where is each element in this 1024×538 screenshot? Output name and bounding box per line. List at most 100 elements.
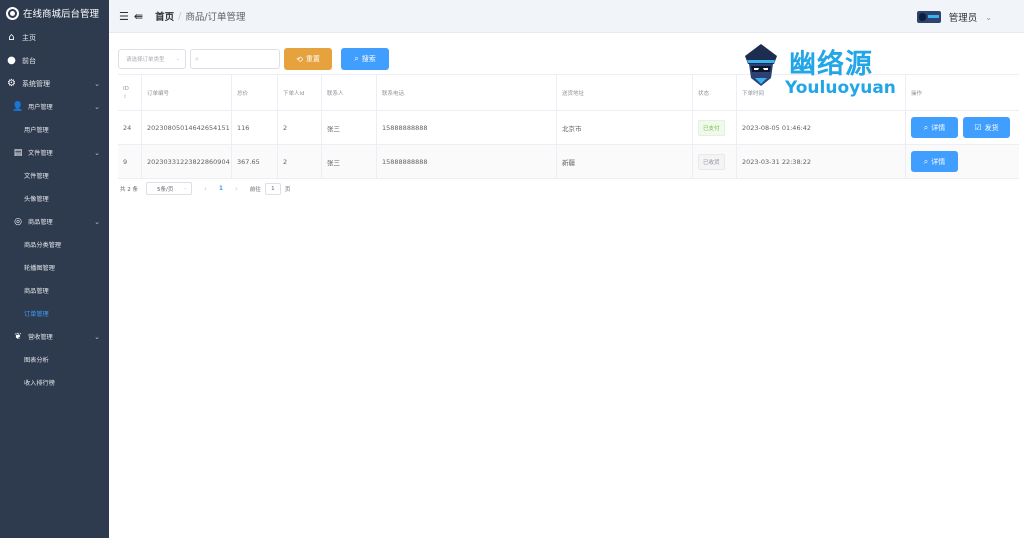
cell-time: 2023-08-05 01:46:42	[737, 111, 906, 144]
detail-button[interactable]: ⌕ 详情	[911, 151, 958, 172]
cell-order-no: 20230805014642654151	[142, 111, 232, 144]
sort-icon[interactable]: ⇕	[123, 94, 127, 100]
cell-status: 已收货	[693, 145, 737, 178]
page-size-select[interactable]: 5条/页 ⌄	[146, 182, 192, 195]
table-row: 9 20230331223822860904 367.65 2 张三 15888…	[118, 145, 1019, 179]
detail-button[interactable]: ⌕ 详情	[911, 117, 958, 138]
column-header-user-id: 下单人id	[278, 75, 322, 110]
cell-user-id: 2	[278, 145, 322, 178]
sidebar-item-goods-mgmt[interactable]: ◎ 商品管理 ⌄	[0, 210, 109, 233]
column-header-status: 状态	[693, 75, 737, 110]
column-header-label: ID	[123, 85, 129, 92]
pagination-total: 共 2 条	[120, 186, 138, 193]
cell-contact: 张三	[322, 111, 377, 144]
goto-page-input[interactable]: 1	[264, 182, 281, 195]
app-root: 在线商城后台管理 ⌂ 主页 ● 前台 ⚙ 系统管理 ⌄ 👤 用户管理 ⌄ 用户管…	[0, 0, 1024, 538]
income-icon: ❦	[14, 331, 22, 342]
sidebar-item-system[interactable]: ⚙ 系统管理 ⌄	[0, 72, 109, 95]
search-button[interactable]: ⌕ 搜索	[341, 48, 389, 70]
column-header-contact: 联系人	[322, 75, 377, 110]
sidebar-item-user-mgmt-sub[interactable]: 用户管理	[0, 118, 109, 141]
search-input[interactable]: ⌕	[190, 49, 280, 69]
column-header-total: 总价	[232, 75, 278, 110]
search-icon: ⌕	[195, 54, 199, 63]
chevron-down-icon: ⌄	[94, 218, 100, 226]
column-header-phone: 联系电话	[377, 75, 557, 110]
column-header-id[interactable]: ID ⇕	[118, 75, 142, 110]
chevron-down-icon: ⌄	[94, 333, 100, 341]
search-icon: ⌕	[923, 156, 929, 166]
breadcrumb-home[interactable]: 首页	[155, 9, 174, 23]
sidebar-item-label: 商品管理	[28, 219, 53, 226]
sidebar-item-avatar-mgmt[interactable]: 头像管理	[0, 187, 109, 210]
sidebar-item-chart-analysis[interactable]: 图表分析	[0, 348, 109, 371]
cell-contact: 张三	[322, 145, 377, 178]
sidebar-item-goods-mgmt-sub[interactable]: 商品管理	[0, 279, 109, 302]
cell-id: 9	[118, 145, 142, 178]
prev-page-icon[interactable]: ‹	[204, 185, 207, 193]
sidebar-item-user-mgmt[interactable]: 👤 用户管理 ⌄	[0, 95, 109, 118]
ship-button[interactable]: ☑ 发货	[963, 117, 1010, 138]
home-icon: ⌂	[8, 32, 15, 43]
chevron-down-icon: ⌄	[985, 12, 992, 22]
sidebar-item-home[interactable]: ⌂ 主页	[0, 26, 109, 49]
user-name: 管理员	[948, 13, 978, 24]
detail-button-label: 详情	[931, 157, 946, 166]
order-type-placeholder: 请选择订单类型	[126, 57, 165, 63]
cell-phone: 15888888888	[377, 145, 557, 178]
search-button-label: 搜索	[361, 55, 376, 63]
sidebar-item-file-mgmt[interactable]: ▤ 文件管理 ⌄	[0, 141, 109, 164]
sidebar-item-label: 文件管理	[28, 150, 53, 157]
brand-logo-icon	[6, 6, 19, 20]
breadcrumb-separator: /	[178, 10, 182, 22]
reset-button-label: 重置	[305, 55, 320, 63]
page-number[interactable]: 1	[219, 185, 223, 192]
user-menu[interactable]: 管理员 ⌄	[916, 10, 992, 24]
column-header-address: 送货地址	[557, 75, 693, 110]
cell-order-no: 20230331223822860904	[142, 145, 232, 178]
reset-icon: ⟲	[296, 54, 303, 64]
order-type-select[interactable]: 请选择订单类型 ⌄	[118, 49, 186, 69]
page-unit-label: 页	[284, 186, 291, 193]
gear-icon: ⚙	[7, 78, 16, 89]
watermark-mascot-icon	[745, 44, 777, 86]
cell-total: 116	[232, 111, 278, 144]
avatar	[916, 11, 941, 23]
cell-id: 24	[118, 111, 142, 144]
goto-label: 前往	[249, 186, 261, 193]
back-arrow-icon[interactable]: ⇚	[134, 10, 143, 23]
cell-total: 367.65	[232, 145, 278, 178]
sidebar-item-order-mgmt[interactable]: 订单管理	[0, 302, 109, 325]
chevron-down-icon: ⌄	[183, 186, 187, 191]
chevron-down-icon: ⌄	[94, 149, 100, 157]
sidebar-item-front[interactable]: ● 前台	[0, 49, 109, 72]
checkbox-icon: ☑	[974, 123, 982, 132]
sidebar-item-label: 营收管理	[28, 334, 53, 341]
status-badge: 已收货	[698, 153, 725, 170]
brand[interactable]: 在线商城后台管理	[0, 0, 109, 26]
watermark-cn: 幽络源	[789, 49, 873, 80]
cell-actions: ⌕ 详情	[906, 145, 1019, 178]
reset-button[interactable]: ⟲ 重置	[284, 48, 332, 70]
hamburger-icon[interactable]: ☰	[119, 10, 129, 23]
breadcrumb-current: 商品/订单管理	[185, 12, 246, 23]
cell-address: 北京市	[557, 111, 693, 144]
sidebar-item-category-mgmt[interactable]: 商品分类管理	[0, 233, 109, 256]
sidebar: 在线商城后台管理 ⌂ 主页 ● 前台 ⚙ 系统管理 ⌄ 👤 用户管理 ⌄ 用户管…	[0, 0, 109, 538]
sidebar-item-file-mgmt-sub[interactable]: 文件管理	[0, 164, 109, 187]
next-page-icon[interactable]: ›	[235, 185, 238, 193]
ship-button-label: 发货	[984, 123, 999, 132]
sidebar-item-income-mgmt[interactable]: ❦ 营收管理 ⌄	[0, 325, 109, 348]
user-icon: 👤	[12, 101, 24, 112]
sidebar-item-label: 主页	[22, 33, 36, 42]
sidebar-item-income-rank[interactable]: 收入排行榜	[0, 371, 109, 394]
cell-address: 新疆	[557, 145, 693, 178]
search-icon: ⌕	[923, 122, 929, 132]
toolbar: 请选择订单类型 ⌄ ⌕ ⟲ 重置 ⌕ 搜索	[118, 48, 389, 70]
table-row: 24 20230805014642654151 116 2 张三 1588888…	[118, 111, 1019, 145]
status-badge: 已支付	[698, 119, 725, 136]
cell-actions: ⌕ 详情 ☑ 发货	[906, 111, 1019, 144]
column-header-actions: 操作	[911, 90, 923, 97]
sidebar-item-carousel-mgmt[interactable]: 轮播图管理	[0, 256, 109, 279]
sidebar-item-label: 系统管理	[22, 79, 50, 88]
